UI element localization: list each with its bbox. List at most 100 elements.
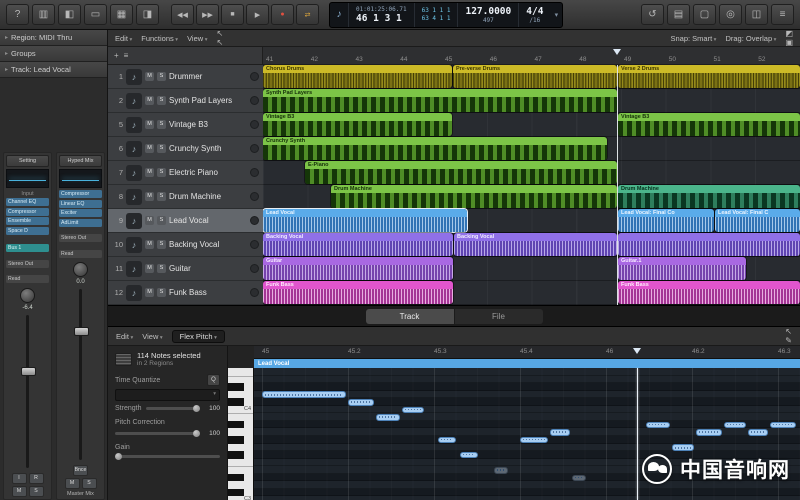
track-header[interactable]: 8♪MSDrum Machine: [108, 185, 263, 209]
output-slot[interactable]: Stereo Out: [6, 260, 49, 268]
play-button[interactable]: ▶: [246, 4, 269, 25]
plugin-slot[interactable]: Channel EQ: [6, 198, 49, 206]
solo-button[interactable]: S: [157, 264, 166, 273]
flex-pitch-note[interactable]: [460, 452, 478, 459]
input-monitor-button[interactable]: [250, 264, 259, 273]
snap-mode-select[interactable]: Snap: Smart: [670, 34, 716, 43]
browsers-icon[interactable]: ◫: [745, 4, 768, 25]
smart-controls-icon[interactable]: ▭: [84, 4, 107, 25]
command-click-tool[interactable]: ↖: [216, 38, 223, 47]
input-monitor-button[interactable]: [250, 72, 259, 81]
plugin-slot[interactable]: Compressor: [6, 208, 49, 216]
drag-mode-select[interactable]: Drag: Overlap: [725, 34, 776, 43]
library-icon[interactable]: ▥: [32, 4, 55, 25]
flex-mode-select[interactable]: Flex Pitch: [172, 330, 225, 343]
plugin-slot[interactable]: Ensemble: [6, 217, 49, 225]
mute-solo-button[interactable]: M: [65, 478, 80, 489]
output-slot[interactable]: Stereo Out: [59, 234, 102, 242]
strength-slider[interactable]: [146, 407, 200, 410]
track-header[interactable]: 11♪MSGuitar: [108, 257, 263, 281]
track-inspector-header[interactable]: Track: Lead Vocal: [0, 62, 107, 78]
strip-button[interactable]: Bnce: [73, 465, 89, 476]
black-key[interactable]: [228, 436, 244, 444]
rewind-button[interactable]: ◀◀: [171, 4, 194, 25]
region[interactable]: Lead Vocal: [263, 209, 467, 232]
region[interactable]: Guitar.1: [618, 257, 746, 280]
note-pads-icon[interactable]: ▢: [693, 4, 716, 25]
input-monitor-button[interactable]: [250, 192, 259, 201]
input-monitor-button[interactable]: [250, 120, 259, 129]
flex-pitch-note[interactable]: [348, 399, 374, 406]
lcd-mode-icon[interactable]: ♪: [330, 3, 349, 27]
region[interactable]: Verse 2 Drums: [618, 65, 800, 88]
playhead-marker[interactable]: [613, 49, 621, 55]
functions-menu[interactable]: Functions: [141, 34, 178, 43]
mute-button[interactable]: M: [145, 144, 154, 153]
track-header[interactable]: 5♪MSVintage B3: [108, 113, 263, 137]
tab-file[interactable]: File: [455, 309, 543, 324]
input-monitor-button[interactable]: [250, 168, 259, 177]
time-quantize-select[interactable]: [115, 389, 220, 401]
editor-edit-menu[interactable]: Edit: [116, 332, 133, 341]
region-inspector-header[interactable]: Region: MIDI Thru: [0, 30, 107, 46]
track-header[interactable]: 2♪MSSynth Pad Layers: [108, 89, 263, 113]
region[interactable]: Guitar: [263, 257, 453, 280]
edit-menu[interactable]: Edit: [115, 34, 132, 43]
undo-icon[interactable]: ↺: [641, 4, 664, 25]
send-slot[interactable]: Bus 1: [6, 244, 49, 252]
plugin-slot[interactable]: Linear EQ: [59, 200, 102, 208]
editor-view-menu[interactable]: View: [142, 332, 162, 341]
waveform-zoom-icon[interactable]: ◩: [785, 29, 793, 38]
flex-pitch-note[interactable]: [494, 467, 508, 474]
mute-button[interactable]: M: [145, 72, 154, 81]
solo-button[interactable]: S: [157, 120, 166, 129]
region[interactable]: Backing Vocal: [263, 233, 453, 256]
region[interactable]: [618, 233, 800, 256]
eq-display[interactable]: [6, 169, 49, 188]
track-header[interactable]: 1♪MSDrummer: [108, 65, 263, 89]
solo-button[interactable]: S: [157, 288, 166, 297]
lcd-dropdown-icon[interactable]: ▾: [550, 3, 562, 27]
editor-ruler[interactable]: 4545.245.345.44646.246.3: [254, 346, 800, 359]
left-click-tool[interactable]: ↖: [216, 29, 223, 38]
bar-ruler[interactable]: 414243444546474849505152: [263, 47, 800, 65]
list-editors-icon[interactable]: ▤: [667, 4, 690, 25]
lcd-display[interactable]: ♪ 01:01:25:06.71 46 1 3 1 63 1 1 1 63 4 …: [329, 2, 563, 28]
quick-help-icon[interactable]: ?: [6, 4, 29, 25]
view-menu[interactable]: View: [187, 34, 207, 43]
solo-button[interactable]: S: [157, 96, 166, 105]
flex-pitch-note[interactable]: [572, 475, 586, 482]
black-key[interactable]: [228, 451, 244, 459]
solo-button[interactable]: S: [157, 168, 166, 177]
region[interactable]: Funk Bass: [618, 281, 800, 304]
mute-button[interactable]: M: [145, 216, 154, 225]
mute-button[interactable]: M: [145, 288, 154, 297]
track-header[interactable]: 7♪MSElectric Piano: [108, 161, 263, 185]
cycle-button[interactable]: ⇄: [296, 4, 319, 25]
input-monitor-button[interactable]: [250, 240, 259, 249]
flex-pitch-note[interactable]: [550, 429, 570, 436]
track-header-config-icon[interactable]: ≡: [124, 51, 129, 60]
channel-setting-button[interactable]: Setting: [6, 155, 49, 167]
flex-pitch-note[interactable]: [696, 429, 722, 436]
pan-knob[interactable]: [20, 288, 35, 303]
stop-button[interactable]: ■: [221, 4, 244, 25]
pitch-correction-slider[interactable]: [115, 432, 200, 435]
input-monitor-button[interactable]: [250, 144, 259, 153]
playhead[interactable]: [637, 368, 638, 500]
flex-pitch-note[interactable]: [376, 414, 400, 421]
flex-pitch-note[interactable]: [402, 407, 424, 414]
automation-mode-button[interactable]: Read: [6, 275, 49, 283]
solo-button[interactable]: S: [157, 240, 166, 249]
flex-pitch-note[interactable]: [724, 422, 746, 429]
gain-slider[interactable]: [115, 455, 220, 458]
mute-button[interactable]: M: [145, 264, 154, 273]
region[interactable]: Pre-verse Drums: [453, 65, 617, 88]
lcd-signature[interactable]: 4/4: [526, 6, 543, 17]
region[interactable]: Vintage B3: [263, 113, 452, 136]
solo-button[interactable]: S: [157, 144, 166, 153]
flex-pitch-note[interactable]: [438, 437, 456, 444]
track-header[interactable]: 12♪MSFunk Bass: [108, 281, 263, 305]
region[interactable]: Synth Pad Layers: [263, 89, 617, 112]
arrange-canvas[interactable]: Chorus DrumsPre-verse DrumsVerse 2 Drums…: [263, 65, 800, 305]
